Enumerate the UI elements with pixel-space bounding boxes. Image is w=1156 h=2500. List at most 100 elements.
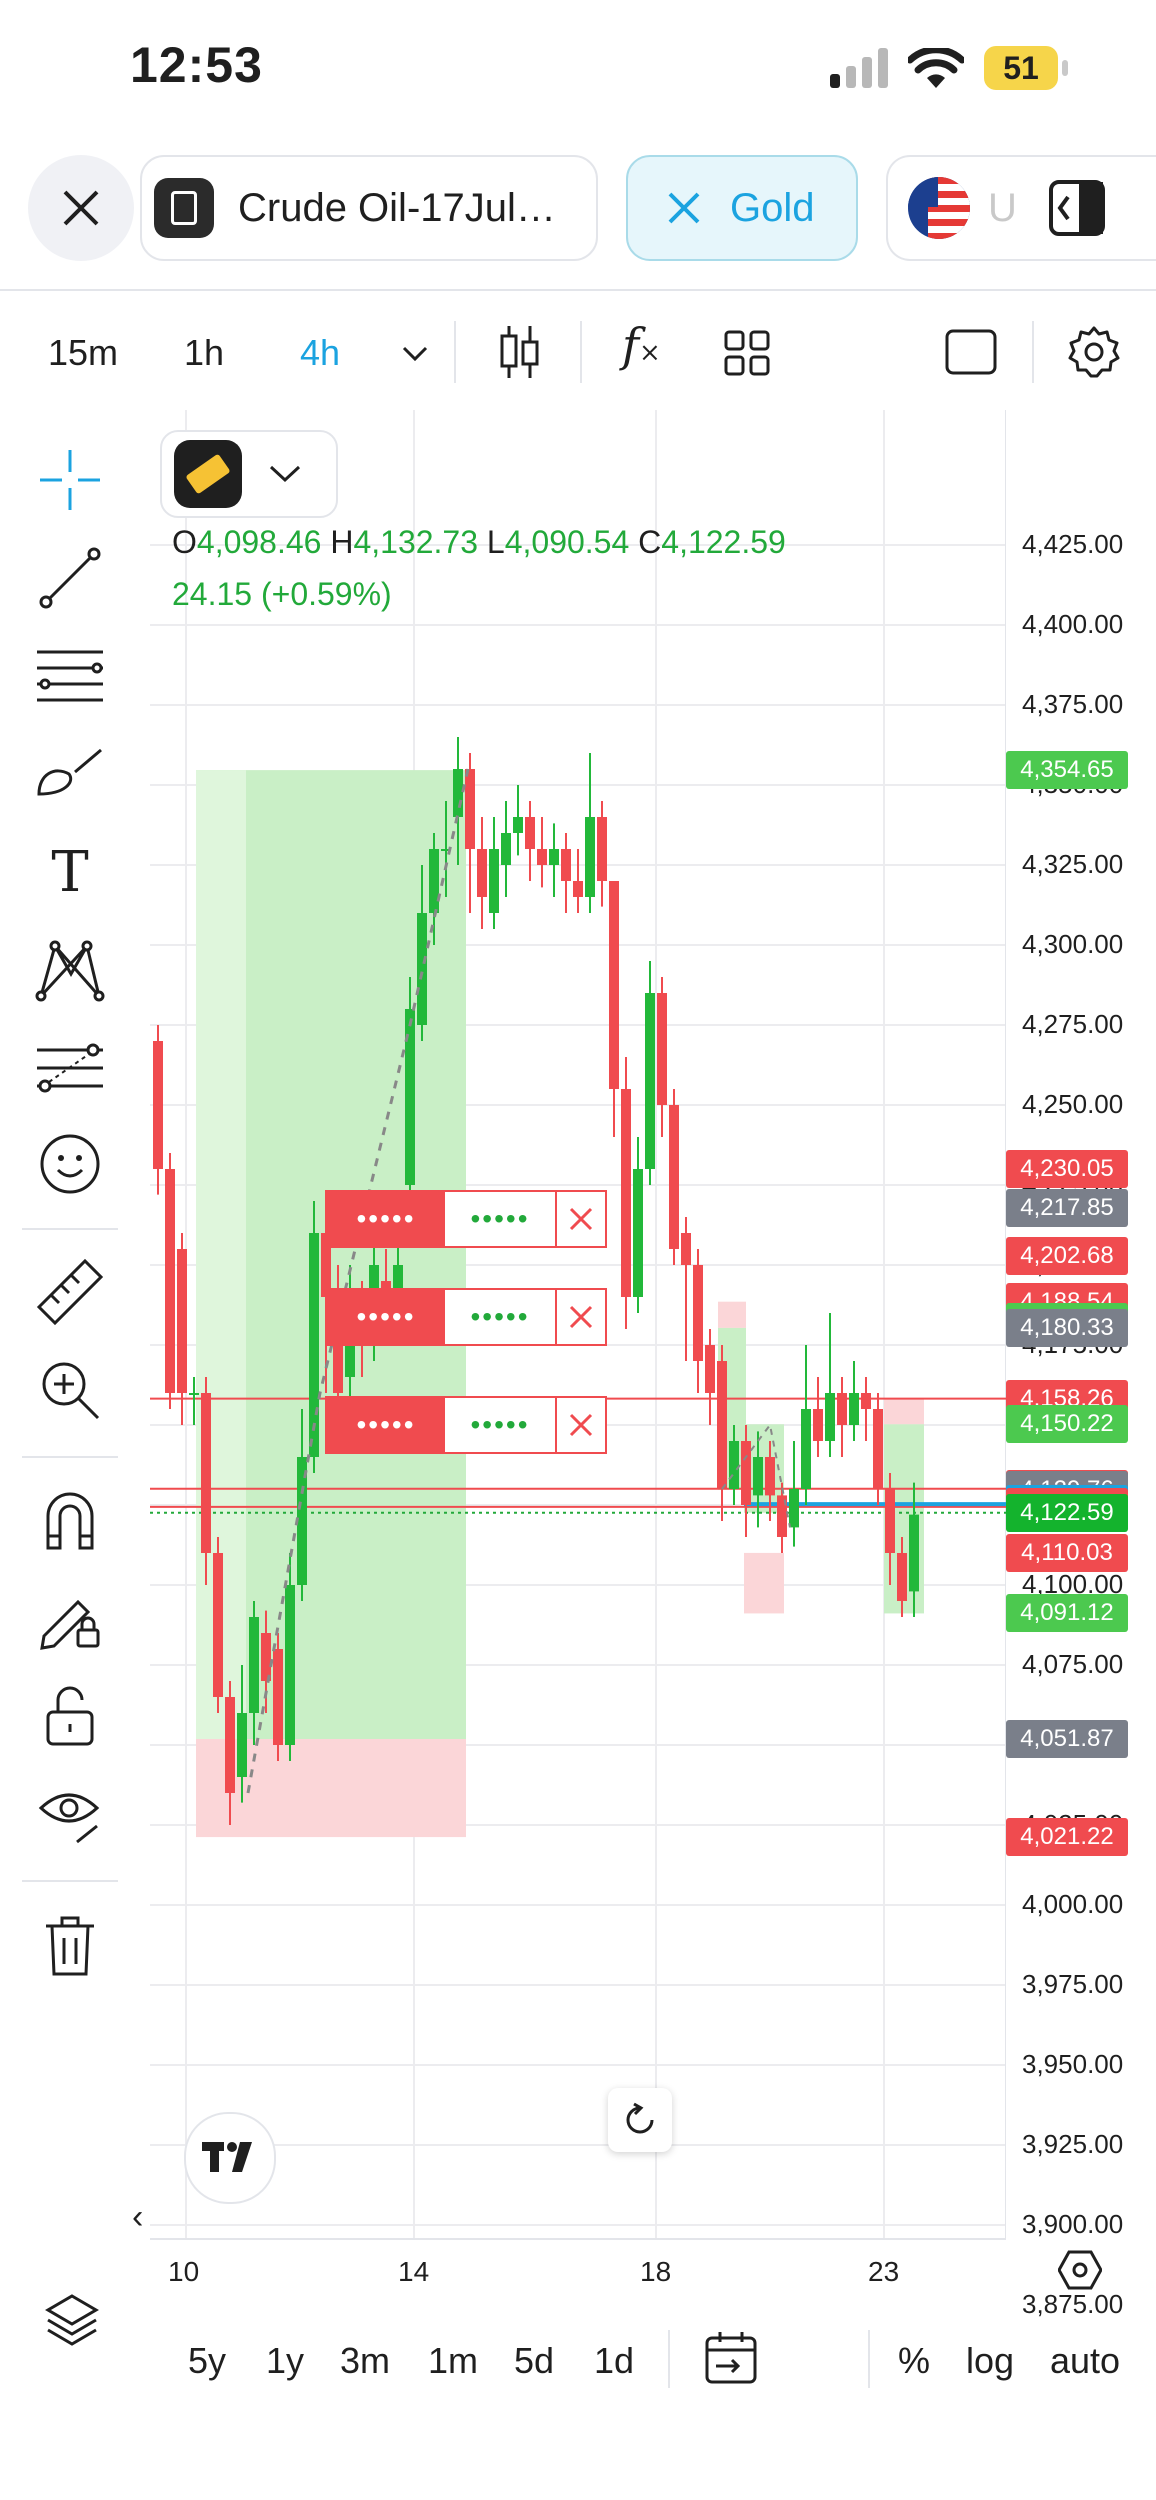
candle-body <box>525 817 535 849</box>
long-position-loss-zone <box>196 1739 466 1838</box>
price-axis-label: 4,275.00 <box>1022 1009 1124 1039</box>
tab-us[interactable]: U <box>886 155 1156 261</box>
candle-body <box>813 1409 823 1441</box>
price-axis-label: 4,325.00 <box>1022 849 1124 879</box>
close-icon[interactable] <box>666 190 702 226</box>
range-1y[interactable]: 1y <box>266 2340 304 2382</box>
crosshair-icon <box>40 450 100 510</box>
delete-tool[interactable] <box>30 1906 110 1986</box>
low-value: 4,090.54 <box>504 524 630 560</box>
range-1m[interactable]: 1m <box>428 2340 478 2382</box>
chevron-down-icon[interactable] <box>400 344 430 364</box>
tab-gold[interactable]: Gold <box>626 155 858 261</box>
indicators-icon[interactable]: f× <box>622 318 661 372</box>
lock-drawings-tool[interactable] <box>30 1578 110 1658</box>
interval-4h[interactable]: 4h <box>300 332 340 374</box>
battery-icon: 51 <box>984 46 1058 90</box>
auto-scale-button[interactable]: auto <box>1050 2340 1120 2382</box>
crosshair-tool[interactable] <box>30 440 110 520</box>
candle-body <box>501 833 511 865</box>
price-tag: 4,230.05 <box>1006 1149 1128 1188</box>
price-axis-label: 3,875.00 <box>1022 2289 1124 2319</box>
forecast-tool[interactable] <box>30 1028 110 1108</box>
scroll-left-icon[interactable]: ‹ <box>132 2198 143 2237</box>
emoji-tool[interactable] <box>30 1124 110 1204</box>
zoom-tool[interactable] <box>30 1350 110 1430</box>
symbol-selector[interactable] <box>160 430 338 518</box>
layout-grid-icon[interactable] <box>724 330 770 376</box>
calendar-goto-icon[interactable] <box>704 2330 760 2386</box>
order-masked-right: ••••• <box>445 1290 557 1344</box>
text-tool[interactable]: T <box>30 832 110 912</box>
percent-scale-button[interactable]: % <box>898 2340 930 2382</box>
visibility-tool[interactable] <box>30 1774 110 1854</box>
layers-icon[interactable] <box>44 2292 100 2348</box>
price-axis-label: 4,400.00 <box>1022 609 1124 639</box>
range-5d[interactable]: 5d <box>514 2340 554 2382</box>
price-tag: 4,021.22 <box>1006 1818 1128 1857</box>
axis-settings-icon[interactable] <box>1058 2250 1102 2290</box>
candle-body <box>573 881 583 897</box>
candle-body <box>153 1041 163 1169</box>
cancel-order-button[interactable] <box>557 1192 605 1246</box>
candle-type-icon[interactable] <box>498 322 542 382</box>
candle-body <box>789 1489 799 1528</box>
order-line[interactable]: ••••• ••••• <box>325 1288 607 1346</box>
ohlc-readout: O4,098.46 H4,132.73 L4,090.54 C4,122.59 <box>172 524 786 561</box>
oil-barrel-icon <box>154 178 214 238</box>
collapse-panel-button[interactable] <box>1040 172 1114 244</box>
candle-body <box>429 849 439 913</box>
date-label: 23 <box>868 2256 900 2287</box>
order-line[interactable]: ••••• ••••• <box>325 1190 607 1248</box>
eye-icon <box>38 1793 100 1844</box>
price-tag: 4,051.87 <box>1006 1720 1128 1759</box>
log-scale-button[interactable]: log <box>966 2340 1014 2382</box>
candle-body <box>561 849 571 881</box>
brush-tool[interactable] <box>30 734 110 814</box>
brush-icon <box>37 748 102 796</box>
range-5y[interactable]: 5y <box>188 2340 226 2382</box>
us-flag-icon <box>908 177 970 239</box>
toolbar-separator <box>1032 321 1034 383</box>
zoom-in-icon <box>42 1362 100 1420</box>
range-1d[interactable]: 1d <box>594 2340 634 2382</box>
gear-icon[interactable] <box>1066 324 1122 380</box>
tab-crude-oil[interactable]: Crude Oil-17Jul… <box>140 155 598 261</box>
fib-tool[interactable] <box>30 636 110 716</box>
open-value: 4,098.46 <box>196 524 322 560</box>
close-tabs-button[interactable] <box>28 155 134 261</box>
price-tag: 4,122.59 <box>1006 1493 1128 1532</box>
cancel-order-button[interactable] <box>557 1398 605 1452</box>
pattern-tool[interactable] <box>30 930 110 1010</box>
date-label: 14 <box>398 2256 430 2287</box>
unlock-tool[interactable] <box>30 1676 110 1756</box>
fullscreen-icon[interactable] <box>944 328 998 376</box>
reset-chart-button[interactable] <box>608 2088 672 2152</box>
candle-body <box>909 1514 919 1592</box>
panel-toggle-icon <box>1049 180 1105 236</box>
candle-body <box>729 1441 739 1489</box>
candle-body <box>765 1457 775 1496</box>
price-axis-label: 4,375.00 <box>1022 689 1124 719</box>
chevron-down-icon <box>269 465 301 483</box>
trendline-tool[interactable] <box>30 538 110 618</box>
candle-body <box>549 849 559 865</box>
ruler-tool[interactable] <box>30 1252 110 1332</box>
range-3m[interactable]: 3m <box>340 2340 390 2382</box>
magnet-tool[interactable] <box>30 1480 110 1560</box>
candle-body <box>597 817 607 881</box>
magnet-icon <box>46 1492 94 1550</box>
tradingview-logo[interactable] <box>184 2112 276 2204</box>
ruler-icon <box>36 1258 104 1326</box>
interval-1h[interactable]: 1h <box>184 332 224 374</box>
candle-body <box>285 1585 295 1745</box>
price-axis-label: 3,900.00 <box>1022 2209 1124 2239</box>
interval-15m[interactable]: 15m <box>48 332 118 374</box>
candle-body <box>489 849 499 913</box>
status-bar: 12:53 51 <box>0 0 1156 140</box>
price-tag: 4,091.12 <box>1006 1594 1128 1633</box>
candle-body <box>753 1457 763 1496</box>
cancel-order-button[interactable] <box>557 1290 605 1344</box>
order-line[interactable]: ••••• ••••• <box>325 1396 607 1454</box>
position-loss-zone <box>884 1398 924 1425</box>
